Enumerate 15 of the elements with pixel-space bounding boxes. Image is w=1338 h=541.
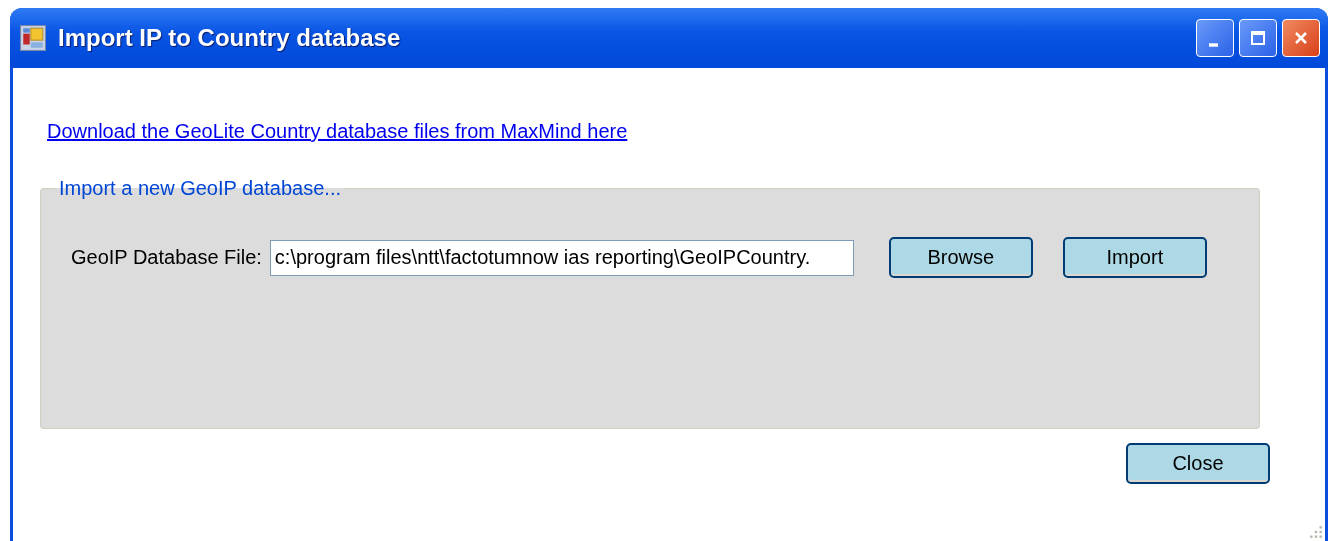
maximize-icon xyxy=(1248,28,1268,48)
close-button[interactable] xyxy=(1282,19,1320,57)
file-path-field[interactable]: c:\program files\ntt\factotumnow ias reporting\GeoIPCountry. xyxy=(269,239,854,276)
minimize-button[interactable] xyxy=(1196,19,1234,57)
maximize-button[interactable] xyxy=(1239,19,1277,57)
download-link[interactable]: Download the GeoLite Country database files from MaxMind here xyxy=(47,120,628,143)
resize-grip-icon xyxy=(1309,525,1323,539)
group-legend: Import a new GeoIP database... xyxy=(57,177,344,200)
dialog-button[interactable]: Import xyxy=(1062,237,1207,278)
window-title: Import IP to Country database xyxy=(58,24,402,52)
dialog-button[interactable]: Browse xyxy=(888,237,1033,278)
app-icon xyxy=(20,25,46,51)
minimize-icon xyxy=(1208,43,1218,47)
dialog-button[interactable]: Close xyxy=(1126,443,1270,484)
file-label: GeoIP Database File: xyxy=(71,246,262,269)
